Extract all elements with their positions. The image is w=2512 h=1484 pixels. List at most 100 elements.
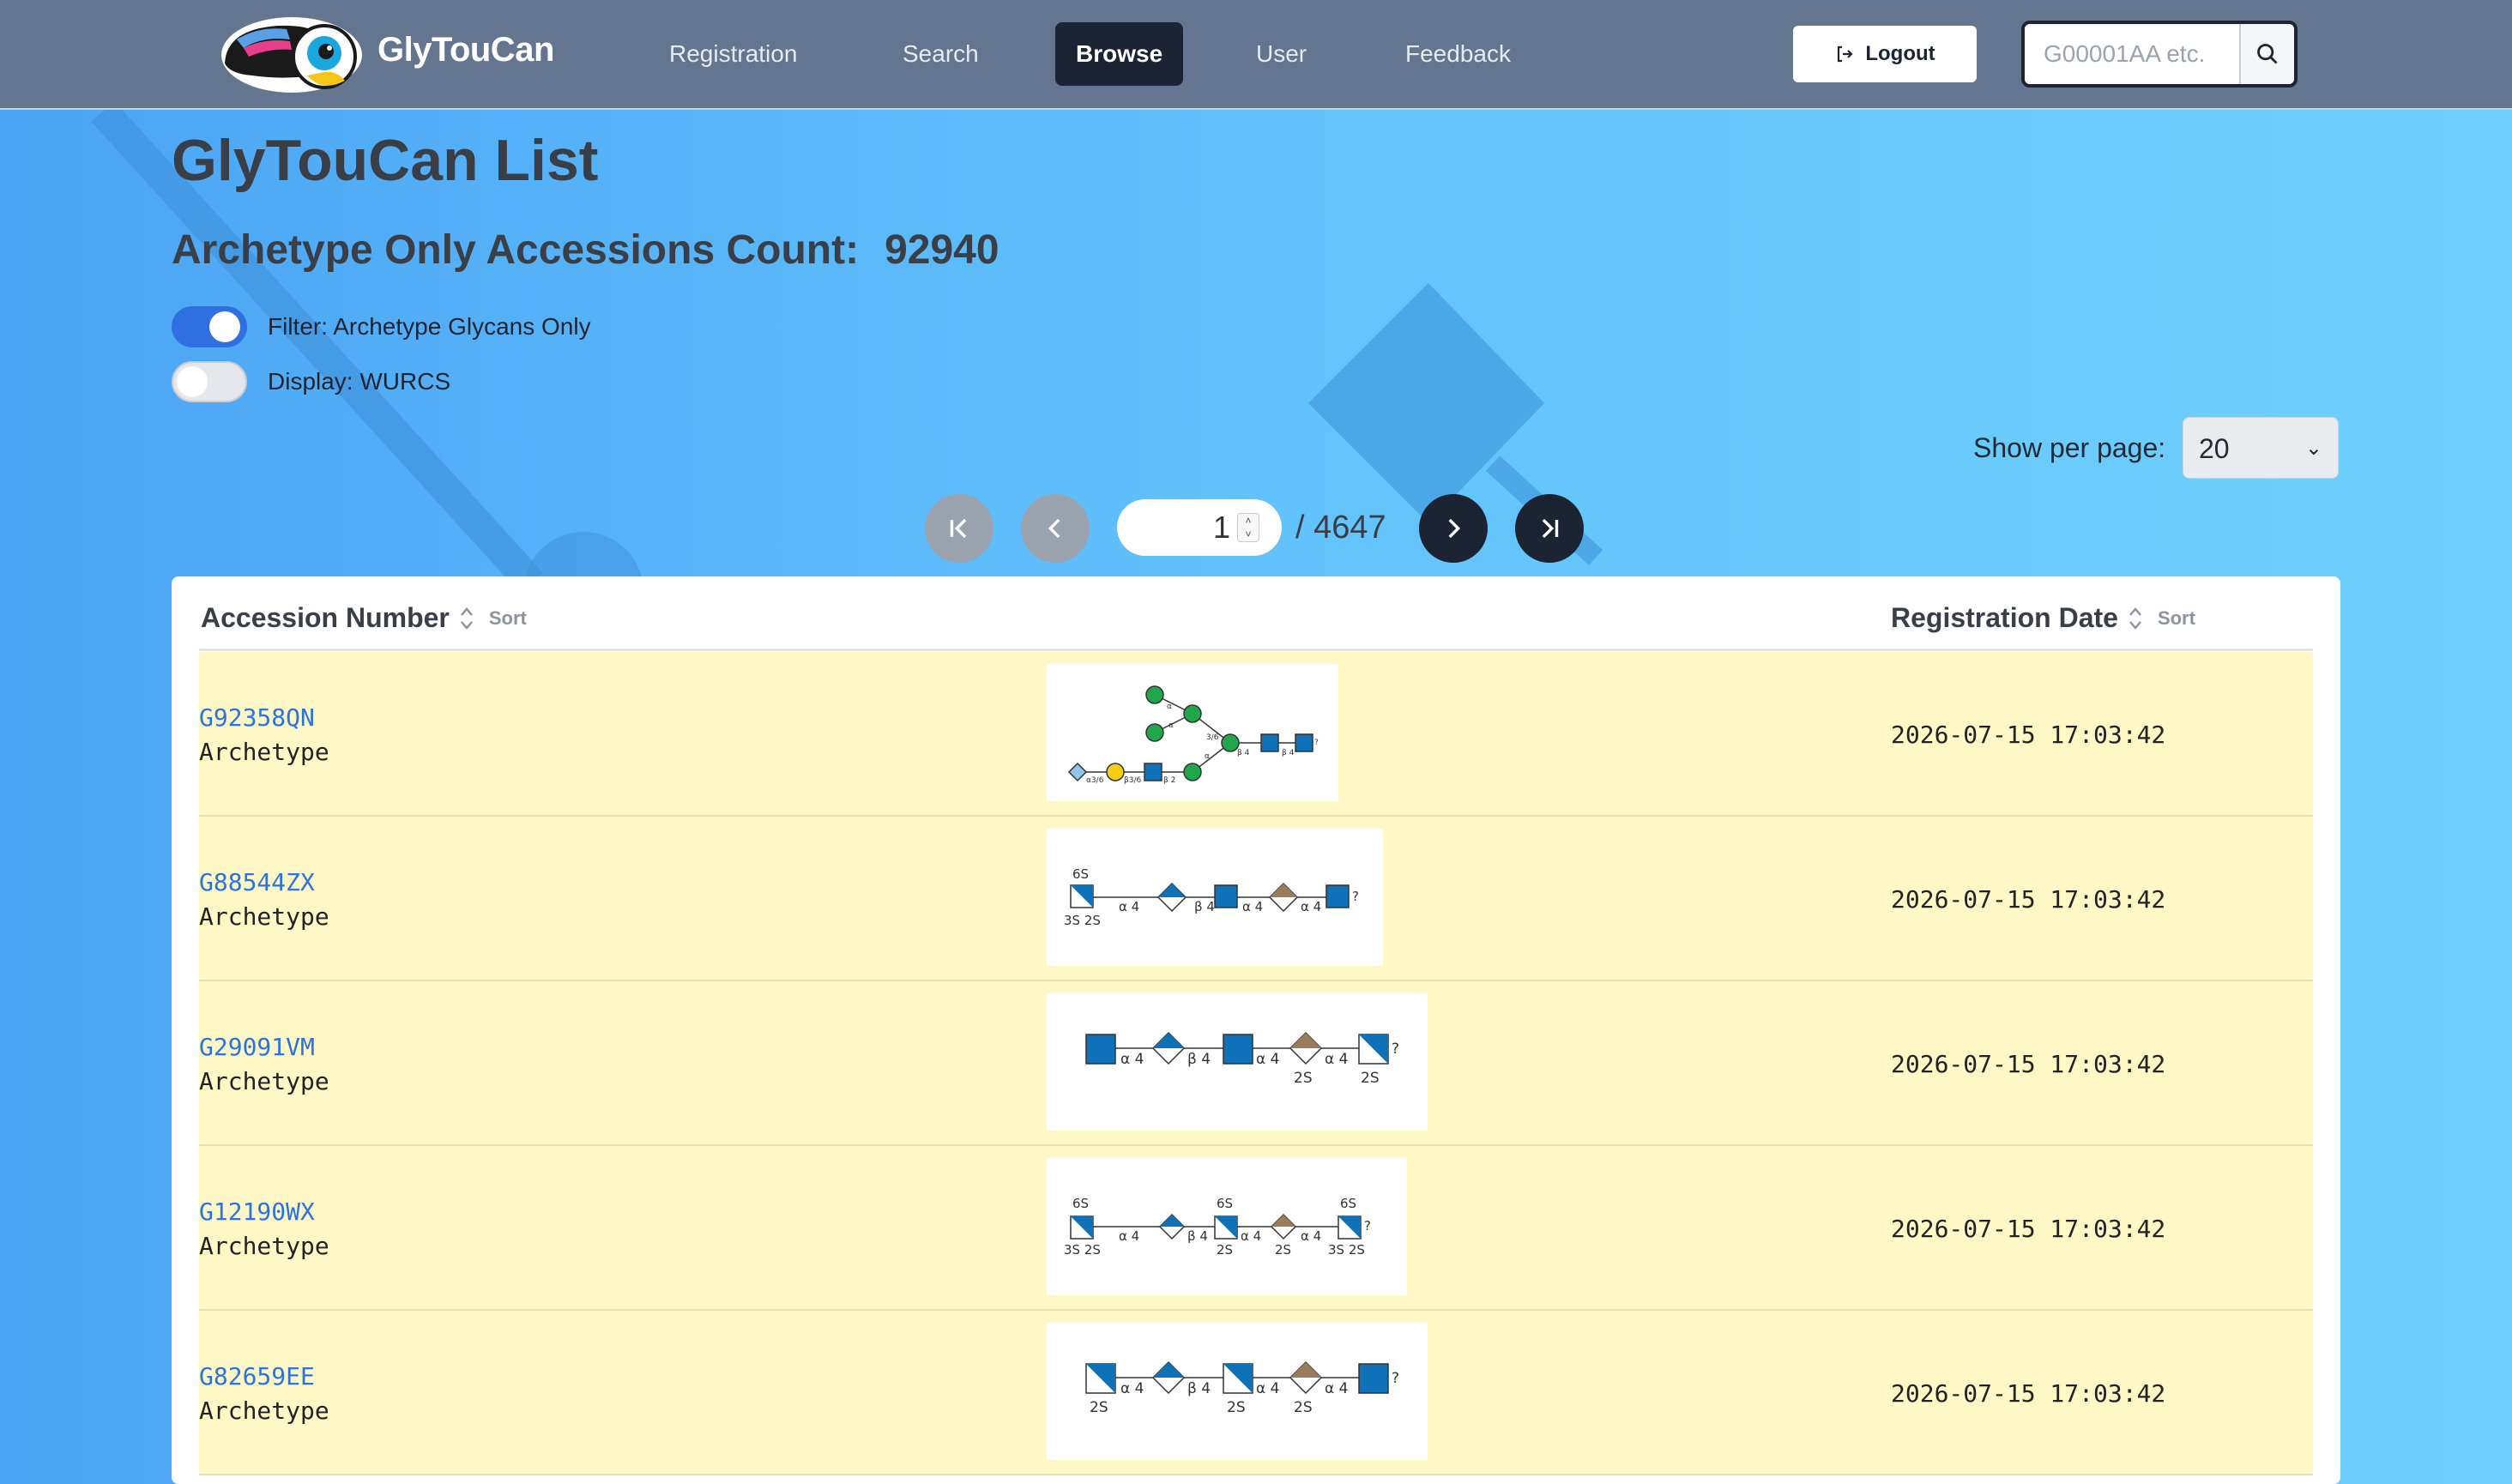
- glycan-type: Archetype: [199, 738, 329, 766]
- per-page-label: Show per page:: [1973, 432, 2166, 463]
- end-label: ?: [1352, 889, 1359, 904]
- table-row: G12190WX Archetype 6S 6S 6S 3S 2S 2S 2S …: [199, 1146, 2313, 1311]
- registration-date: 2026-07-15 17:03:42: [1891, 885, 2166, 914]
- last-page-icon: [1542, 518, 1559, 539]
- header-divider: [199, 648, 2313, 651]
- link-label: α: [1205, 752, 1210, 761]
- glycan-structure-image[interactable]: α α 3/6 β 4 β 4 ? α3/6 β3/6 β 2 α: [1047, 664, 1338, 801]
- link-label: α 4: [1120, 1051, 1144, 1068]
- chevron-left-icon: [1048, 518, 1060, 539]
- table-row: G82659EE Archetype 2S 2S 2S α 4 β 4 α 4 …: [199, 1311, 2313, 1475]
- wurcs-display-toggle[interactable]: [172, 361, 247, 402]
- link-label: β 2: [1163, 776, 1175, 785]
- page-title: GlyTouCan List: [172, 128, 599, 193]
- sulfate-label: 2S: [1275, 1242, 1291, 1258]
- link-label: α 4: [1301, 899, 1321, 914]
- count-label: Archetype Only Accessions Count:: [172, 227, 860, 273]
- accession-link[interactable]: G92358QN: [199, 703, 315, 732]
- table-row: G92358QN Archetype α α 3/6 β 4 β 4 ? α3/…: [199, 652, 2313, 817]
- link-label: β 4: [1187, 1051, 1211, 1068]
- glycan-structure-image[interactable]: 6S 6S 6S 3S 2S 2S 2S 3S 2S α 4 β 4 α 4 α…: [1047, 1158, 1407, 1295]
- link-label: β 4: [1237, 749, 1250, 757]
- sulfate-label: 3S 2S: [1064, 1242, 1101, 1258]
- prev-page-button[interactable]: [1021, 494, 1090, 563]
- sulfate-label: 2S: [1294, 1399, 1313, 1416]
- page-spinner[interactable]: ˄ ˅: [1237, 513, 1259, 542]
- sulfate-label: 6S: [1072, 1196, 1089, 1211]
- per-page-select[interactable]: 20 ⌄: [2183, 417, 2339, 479]
- date-header-label: Registration Date: [1891, 602, 2118, 633]
- wurcs-display-row: Display: WURCS: [172, 360, 450, 403]
- link-label: α 4: [1301, 1228, 1321, 1244]
- link-label: α: [1168, 721, 1174, 730]
- sulfate-label: 3S 2S: [1328, 1242, 1365, 1258]
- date-column-header[interactable]: Registration Date Sort: [1891, 602, 2195, 634]
- link-label: α 4: [1119, 899, 1139, 914]
- registration-date: 2026-07-15 17:03:42: [1891, 1215, 2166, 1243]
- registration-date: 2026-07-15 17:03:42: [1891, 1379, 2166, 1408]
- sort-icon: [460, 606, 473, 630]
- nav-feedback[interactable]: Feedback: [1385, 22, 1531, 86]
- date-sort-label: Sort: [2157, 606, 2195, 629]
- link-label: α 4: [1242, 899, 1263, 914]
- link-label: β 4: [1187, 1380, 1211, 1397]
- logout-button[interactable]: Logout: [1793, 26, 1977, 82]
- chevron-down-icon: ⌄: [2304, 437, 2322, 460]
- wurcs-display-label: Display: WURCS: [268, 368, 451, 395]
- first-page-button[interactable]: [925, 494, 993, 563]
- logout-icon: [1838, 45, 1853, 63]
- accession-search: [2021, 21, 2298, 87]
- glycan-table: Accession Number Sort Registration Date …: [172, 576, 2340, 1484]
- sulfate-label: 6S: [1217, 1196, 1233, 1211]
- search-button[interactable]: [2239, 24, 2294, 84]
- end-label: ?: [1364, 1218, 1371, 1234]
- top-navbar: GlyTouCan Registration Search Browse Use…: [0, 0, 2512, 110]
- sulfate-label: 2S: [1361, 1070, 1380, 1087]
- table-row: G88544ZX Archetype 6S 3S 2S α 4 β 4 α 4 …: [199, 817, 2313, 981]
- link-label: α 4: [1256, 1051, 1279, 1068]
- search-input[interactable]: [2025, 24, 2239, 84]
- end-label: ?: [1314, 739, 1319, 747]
- registration-date: 2026-07-15 17:03:42: [1891, 721, 2166, 749]
- sulfate-label: 3S 2S: [1064, 913, 1101, 928]
- current-page: 1: [1212, 510, 1230, 545]
- glytoucan-logo[interactable]: [218, 14, 365, 96]
- glycan-structure-image[interactable]: 6S 3S 2S α 4 β 4 α 4 α 4 ?: [1047, 829, 1383, 966]
- glycan-type: Archetype: [199, 1067, 329, 1095]
- glycan-structure-image[interactable]: 2S 2S 2S α 4 β 4 α 4 α 4 ?: [1047, 1323, 1428, 1460]
- glycan-type: Archetype: [199, 902, 329, 931]
- link-label: α 4: [1120, 1380, 1144, 1397]
- brand-name[interactable]: GlyTouCan: [377, 31, 554, 69]
- nav-registration[interactable]: Registration: [649, 22, 818, 86]
- archetype-filter-toggle[interactable]: [172, 306, 247, 347]
- accession-column-header[interactable]: Accession Number Sort: [201, 602, 527, 634]
- sort-icon: [2129, 606, 2141, 630]
- link-label: α 4: [1325, 1051, 1348, 1068]
- end-label: ?: [1392, 1041, 1399, 1058]
- nav-browse[interactable]: Browse: [1055, 22, 1184, 86]
- nav-user[interactable]: User: [1235, 22, 1327, 86]
- table-row: G29091VM Archetype α 4 β 4 α 4 α 4 ? 2S …: [199, 981, 2313, 1146]
- page-number-input[interactable]: 1 ˄ ˅: [1117, 499, 1282, 556]
- next-page-button[interactable]: [1419, 494, 1488, 563]
- link-label: α 4: [1256, 1380, 1279, 1397]
- accession-link[interactable]: G82659EE: [199, 1362, 315, 1390]
- link-label: α: [1167, 703, 1172, 711]
- registration-date: 2026-07-15 17:03:42: [1891, 1050, 2166, 1078]
- chevron-right-icon: [1448, 518, 1461, 539]
- accession-link[interactable]: G29091VM: [199, 1033, 315, 1061]
- accession-link[interactable]: G88544ZX: [199, 868, 315, 896]
- link-label: β 4: [1194, 899, 1215, 914]
- link-label: 3/6: [1206, 733, 1219, 742]
- nav-search[interactable]: Search: [882, 22, 999, 86]
- accession-header-label: Accession Number: [201, 602, 450, 633]
- per-page-value: 20: [2199, 433, 2230, 464]
- logout-label: Logout: [1865, 42, 1935, 65]
- last-page-button[interactable]: [1515, 494, 1584, 563]
- sulfate-label: 2S: [1227, 1399, 1246, 1416]
- accession-link[interactable]: G12190WX: [199, 1197, 315, 1226]
- glycan-structure-image[interactable]: α 4 β 4 α 4 α 4 ? 2S 2S: [1047, 993, 1428, 1131]
- link-label: β 4: [1282, 749, 1295, 757]
- total-pages: / 4647: [1295, 510, 1386, 546]
- toggle-knob: [177, 366, 208, 397]
